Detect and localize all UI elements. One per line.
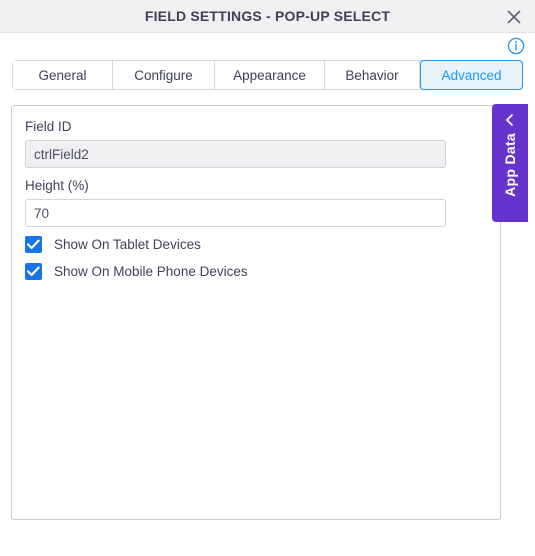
tab-label: Advanced — [441, 67, 502, 83]
tab-label: Behavior — [345, 67, 399, 83]
height-group: Height (%) — [25, 178, 446, 227]
dialog-title: FIELD SETTINGS - POP-UP SELECT — [144, 8, 391, 24]
close-icon — [507, 10, 521, 24]
check-icon — [27, 239, 40, 250]
height-label: Height (%) — [25, 178, 89, 193]
tab-appearance[interactable]: Appearance — [215, 61, 325, 89]
info-button[interactable] — [507, 37, 525, 55]
show-on-tablet-label: Show On Tablet Devices — [54, 237, 201, 252]
field-id-label: Field ID — [25, 119, 72, 134]
tab-label: General — [38, 67, 87, 83]
tab-label: Appearance — [233, 67, 306, 83]
tab-label: Configure — [134, 67, 193, 83]
settings-tab-bar: General Configure Appearance Behavior Ad… — [12, 60, 523, 90]
show-on-tablet-row[interactable]: Show On Tablet Devices — [25, 236, 201, 253]
field-id-group: Field ID — [25, 119, 446, 168]
app-data-label: App Data — [502, 133, 518, 197]
check-icon — [27, 266, 40, 277]
dialog-titlebar: FIELD SETTINGS - POP-UP SELECT — [0, 0, 535, 33]
tab-configure[interactable]: Configure — [113, 61, 215, 89]
height-input[interactable] — [25, 199, 446, 227]
app-data-tab[interactable]: App Data — [492, 104, 528, 222]
advanced-settings-panel: Field ID Height (%) Show On Tablet Devic… — [11, 105, 501, 520]
show-on-mobile-row[interactable]: Show On Mobile Phone Devices — [25, 263, 248, 280]
field-id-input[interactable] — [25, 140, 446, 168]
info-icon — [507, 37, 525, 55]
show-on-mobile-label: Show On Mobile Phone Devices — [54, 264, 248, 279]
show-on-mobile-checkbox[interactable] — [25, 263, 42, 280]
show-on-tablet-checkbox[interactable] — [25, 236, 42, 253]
close-button[interactable] — [501, 4, 527, 30]
chevron-left-icon — [503, 113, 517, 127]
tab-behavior[interactable]: Behavior — [325, 61, 420, 89]
tab-advanced[interactable]: Advanced — [420, 60, 523, 90]
tab-general[interactable]: General — [13, 61, 113, 89]
